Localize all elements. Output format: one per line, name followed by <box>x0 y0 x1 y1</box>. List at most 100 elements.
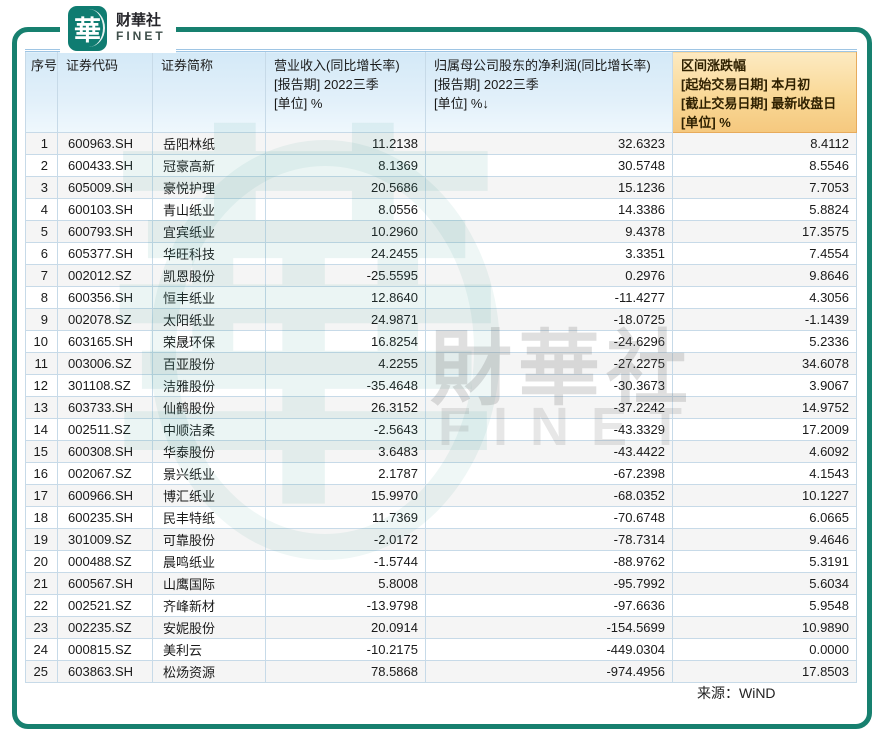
interval-change-cell: 5.2336 <box>672 330 857 353</box>
interval-change-cell: 8.4112 <box>672 132 857 155</box>
revenue-growth-cell: 11.7369 <box>265 506 426 529</box>
security-code-cell: 603733.SH <box>57 396 153 419</box>
table-row[interactable]: 13 603733.SH 仙鹤股份 26.3152 -37.2242 14.9752 <box>25 396 857 419</box>
profit-growth-cell: -18.0725 <box>425 308 673 331</box>
security-name-cell: 青山纸业 <box>152 198 266 221</box>
row-index: 10 <box>25 330 58 353</box>
security-name-cell: 洁雅股份 <box>152 374 266 397</box>
row-index: 17 <box>25 484 58 507</box>
profit-growth-cell: -67.2398 <box>425 462 673 485</box>
revenue-growth-cell: 24.2455 <box>265 242 426 265</box>
table-row[interactable]: 20 000488.SZ 晨鸣纸业 -1.5744 -88.9762 5.3191 <box>25 550 857 573</box>
security-name-cell: 晨鸣纸业 <box>152 550 266 573</box>
profit-growth-cell: 0.2976 <box>425 264 673 287</box>
profit-growth-cell: -449.0304 <box>425 638 673 661</box>
revenue-growth-cell: 20.5686 <box>265 176 426 199</box>
profit-growth-cell: -43.3329 <box>425 418 673 441</box>
security-name-cell: 可靠股份 <box>152 528 266 551</box>
table-body: 1 600963.SH 岳阳林纸 11.2138 32.6323 8.4112 2 60043… <box>25 132 857 683</box>
logo-name-cn: 财華社 <box>116 12 162 30</box>
row-index: 18 <box>25 506 58 529</box>
revenue-growth-cell: 11.2138 <box>265 132 426 155</box>
profit-growth-cell: 3.3351 <box>425 242 673 265</box>
revenue-growth-cell: 20.0914 <box>265 616 426 639</box>
profit-growth-cell: 15.1236 <box>425 176 673 199</box>
header-index[interactable]: 序号 <box>25 49 58 133</box>
interval-change-cell: 6.0665 <box>672 506 857 529</box>
table-row[interactable]: 14 002511.SZ 中顺洁柔 -2.5643 -43.3329 17.2009 <box>25 418 857 441</box>
security-name-cell: 安妮股份 <box>152 616 266 639</box>
table-row[interactable]: 15 600308.SH 华泰股份 3.6483 -43.4422 4.6092 <box>25 440 857 463</box>
profit-growth-cell: 30.5748 <box>425 154 673 177</box>
table-row[interactable]: 2 600433.SH 冠豪高新 8.1369 30.5748 8.5546 <box>25 154 857 177</box>
interval-change-cell: 5.6034 <box>672 572 857 595</box>
revenue-growth-cell: 16.8254 <box>265 330 426 353</box>
data-source-label: 来源：WiND <box>697 685 776 701</box>
revenue-growth-cell: 2.1787 <box>265 462 426 485</box>
security-code-cell: 002078.SZ <box>57 308 153 331</box>
interval-change-cell: 17.8503 <box>672 660 857 683</box>
revenue-growth-cell: 4.2255 <box>265 352 426 375</box>
table-row[interactable]: 23 002235.SZ 安妮股份 20.0914 -154.5699 10.9890 <box>25 616 857 639</box>
finet-logo: 華 财華社 FINET <box>60 3 176 53</box>
interval-change-cell: 4.6092 <box>672 440 857 463</box>
header-security-code[interactable]: 证券代码 <box>57 49 153 133</box>
interval-change-cell: 5.3191 <box>672 550 857 573</box>
profit-growth-cell: -24.6296 <box>425 330 673 353</box>
revenue-growth-cell: 3.6483 <box>265 440 426 463</box>
table-row[interactable]: 1 600963.SH 岳阳林纸 11.2138 32.6323 8.4112 <box>25 132 857 155</box>
profit-growth-cell: -95.7992 <box>425 572 673 595</box>
profit-growth-cell: -88.9762 <box>425 550 673 573</box>
header-security-name[interactable]: 证券简称 <box>152 49 266 133</box>
security-name-cell: 百亚股份 <box>152 352 266 375</box>
security-name-cell: 华旺科技 <box>152 242 266 265</box>
table-row[interactable]: 10 603165.SH 荣晟环保 16.8254 -24.6296 5.2336 <box>25 330 857 353</box>
revenue-growth-cell: -35.4648 <box>265 374 426 397</box>
table-row[interactable]: 16 002067.SZ 景兴纸业 2.1787 -67.2398 4.1543 <box>25 462 857 485</box>
interval-change-cell: 9.4646 <box>672 528 857 551</box>
table-row[interactable]: 7 002012.SZ 凯恩股份 -25.5595 0.2976 9.8646 <box>25 264 857 287</box>
header-interval-change[interactable]: 区间涨跌幅 [起始交易日期] 本月初 [截止交易日期] 最新收盘日 [单位] % <box>672 49 857 133</box>
table-row[interactable]: 24 000815.SZ 美利云 -10.2175 -449.0304 0.0000 <box>25 638 857 661</box>
table-row[interactable]: 17 600966.SH 博汇纸业 15.9970 -68.0352 10.1227 <box>25 484 857 507</box>
table-row[interactable]: 12 301108.SZ 洁雅股份 -35.4648 -30.3673 3.9067 <box>25 374 857 397</box>
security-name-cell: 博汇纸业 <box>152 484 266 507</box>
table-row[interactable]: 19 301009.SZ 可靠股份 -2.0172 -78.7314 9.4646 <box>25 528 857 551</box>
table-row[interactable]: 21 600567.SH 山鹰国际 5.8008 -95.7992 5.6034 <box>25 572 857 595</box>
table-row[interactable]: 4 600103.SH 青山纸业 8.0556 14.3386 5.8824 <box>25 198 857 221</box>
stock-table: 序号 证券代码 证券简称 营业收入(同比增长率) [报告期] 2022三季 [单… <box>25 49 857 683</box>
security-code-cell: 002067.SZ <box>57 462 153 485</box>
security-name-cell: 齐峰新材 <box>152 594 266 617</box>
security-code-cell: 600433.SH <box>57 154 153 177</box>
profit-growth-cell: 14.3386 <box>425 198 673 221</box>
security-code-cell: 003006.SZ <box>57 352 153 375</box>
table-row[interactable]: 3 605009.SH 豪悦护理 20.5686 15.1236 7.7053 <box>25 176 857 199</box>
security-name-cell: 太阳纸业 <box>152 308 266 331</box>
profit-growth-cell: -154.5699 <box>425 616 673 639</box>
table-row[interactable]: 25 603863.SH 松炀资源 78.5868 -974.4956 17.8503 <box>25 660 857 683</box>
table-row[interactable]: 8 600356.SH 恒丰纸业 12.8640 -11.4277 4.3056 <box>25 286 857 309</box>
security-code-cell: 603165.SH <box>57 330 153 353</box>
profit-growth-cell: -78.7314 <box>425 528 673 551</box>
security-name-cell: 仙鹤股份 <box>152 396 266 419</box>
header-profit-growth[interactable]: 归属母公司股东的净利润(同比增长率) [报告期] 2022三季 [单位] %↓ <box>425 49 673 133</box>
finet-logo-icon: 華 <box>68 5 107 51</box>
interval-change-cell: 4.1543 <box>672 462 857 485</box>
security-name-cell: 松炀资源 <box>152 660 266 683</box>
table-row[interactable]: 5 600793.SH 宜宾纸业 10.2960 9.4378 17.3575 <box>25 220 857 243</box>
table-row[interactable]: 18 600235.SH 民丰特纸 11.7369 -70.6748 6.0665 <box>25 506 857 529</box>
security-name-cell: 冠豪高新 <box>152 154 266 177</box>
security-code-cell: 605009.SH <box>57 176 153 199</box>
header-revenue-growth[interactable]: 营业收入(同比增长率) [报告期] 2022三季 [单位] % <box>265 49 426 133</box>
interval-change-cell: 8.5546 <box>672 154 857 177</box>
table-row[interactable]: 6 605377.SH 华旺科技 24.2455 3.3351 7.4554 <box>25 242 857 265</box>
security-code-cell: 600793.SH <box>57 220 153 243</box>
table-row[interactable]: 9 002078.SZ 太阳纸业 24.9871 -18.0725 -1.1439 <box>25 308 857 331</box>
security-name-cell: 中顺洁柔 <box>152 418 266 441</box>
profit-growth-cell: -70.6748 <box>425 506 673 529</box>
interval-change-cell: 17.2009 <box>672 418 857 441</box>
table-row[interactable]: 22 002521.SZ 齐峰新材 -13.9798 -97.6636 5.9548 <box>25 594 857 617</box>
table-row[interactable]: 11 003006.SZ 百亚股份 4.2255 -27.2275 34.6078 <box>25 352 857 375</box>
row-index: 13 <box>25 396 58 419</box>
row-index: 4 <box>25 198 58 221</box>
